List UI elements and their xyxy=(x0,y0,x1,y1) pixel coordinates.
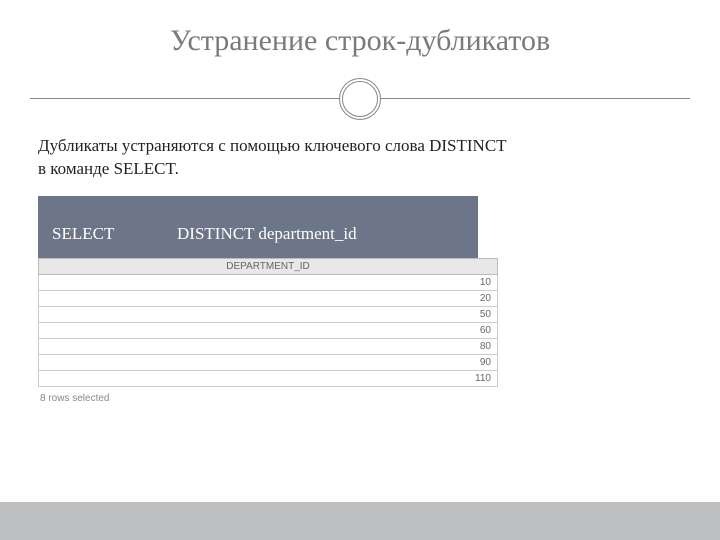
table-row: 80 xyxy=(39,339,498,355)
body-line-1: Дубликаты устраняются с помощью ключевог… xyxy=(38,136,507,155)
cell: 20 xyxy=(39,291,498,307)
body-line-2: в команде SELECT. xyxy=(38,159,179,178)
body-text: Дубликаты устраняются с помощью ключевог… xyxy=(38,135,682,181)
table-row: 60 xyxy=(39,323,498,339)
page-title: Устранение строк-дубликатов xyxy=(0,0,720,58)
result-table: DEPARTMENT_ID 10 20 50 60 80 90 110 xyxy=(38,258,498,387)
table-row: 20 xyxy=(39,291,498,307)
table-row: 10 xyxy=(39,275,498,291)
cell: 80 xyxy=(39,339,498,355)
rows-selected-label: 8 rows selected xyxy=(38,387,498,406)
sql-select: SELECT xyxy=(52,224,114,243)
cell: 90 xyxy=(39,355,498,371)
result-output: DEPARTMENT_ID 10 20 50 60 80 90 110 8 ro… xyxy=(38,258,498,406)
slide: Устранение строк-дубликатов Дубликаты ус… xyxy=(0,0,720,540)
table-row: 110 xyxy=(39,371,498,387)
cell: 10 xyxy=(39,275,498,291)
cell: 110 xyxy=(39,371,498,387)
sql-distinct: DISTINCT department_id xyxy=(177,224,357,243)
table-row: 50 xyxy=(39,307,498,323)
cell: 50 xyxy=(39,307,498,323)
cell: 60 xyxy=(39,323,498,339)
footer-bar xyxy=(0,502,720,540)
table-row: 90 xyxy=(39,355,498,371)
circle-ornament-icon xyxy=(339,78,381,120)
table-header-row: DEPARTMENT_ID xyxy=(39,259,498,275)
column-header: DEPARTMENT_ID xyxy=(39,259,498,275)
